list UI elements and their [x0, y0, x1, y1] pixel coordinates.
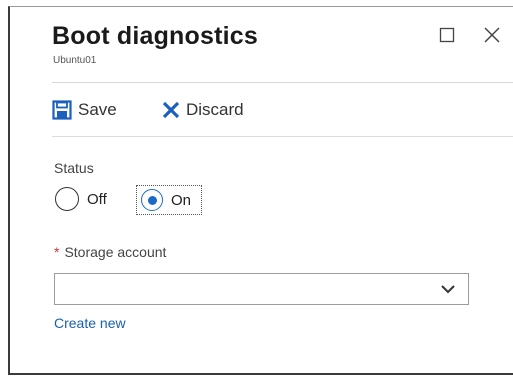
status-radio-on[interactable]: On [136, 185, 203, 215]
create-new-link[interactable]: Create new [54, 315, 126, 331]
save-icon [52, 100, 72, 120]
maximize-button[interactable] [436, 24, 458, 46]
page-title: Boot diagnostics [52, 22, 258, 50]
save-button[interactable]: Save [52, 97, 117, 123]
maximize-icon [439, 27, 455, 43]
header-divider [52, 82, 513, 83]
chevron-down-icon [440, 282, 456, 301]
toolbar-divider [52, 136, 513, 137]
close-button[interactable] [481, 24, 503, 46]
status-label: Status [54, 160, 94, 176]
storage-account-label-text: Storage account [64, 244, 167, 260]
status-radio-off[interactable]: Off [55, 185, 107, 213]
required-marker: * [54, 244, 60, 260]
discard-x-icon [162, 101, 180, 119]
discard-button[interactable]: Discard [162, 97, 244, 123]
discard-button-label: Discard [186, 100, 244, 119]
radio-off-circle [55, 187, 79, 211]
radio-on-circle [141, 189, 163, 211]
storage-account-label: * Storage account [54, 244, 166, 260]
save-button-label: Save [78, 100, 117, 119]
close-icon [484, 27, 500, 43]
radio-on-dot [147, 195, 157, 205]
storage-account-dropdown[interactable] [54, 273, 469, 305]
radio-on-label: On [171, 191, 192, 209]
page-subtitle: Ubuntu01 [53, 55, 97, 66]
radio-off-label: Off [87, 190, 107, 208]
